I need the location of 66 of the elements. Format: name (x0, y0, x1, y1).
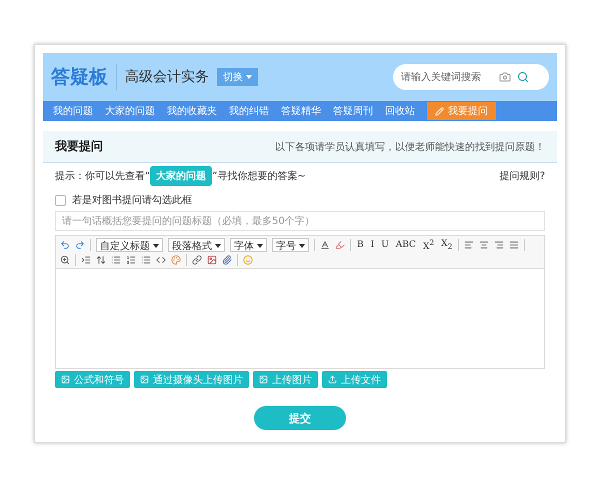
nav-link[interactable]: 答疑周刊 (333, 104, 373, 118)
ordered-list-icon[interactable] (126, 255, 136, 265)
format-button[interactable]: B (356, 240, 365, 250)
upload-button[interactable]: 公式和符号 (55, 371, 130, 388)
format-button[interactable]: X$^{2}$ (422, 238, 436, 252)
upload-icon (328, 375, 337, 384)
undo-icon[interactable] (60, 240, 70, 250)
site-logo[interactable]: 答疑板 (51, 64, 117, 90)
text-color-icon[interactable] (320, 240, 330, 250)
nav-link[interactable]: 答疑精华 (281, 104, 321, 118)
upload-button[interactable]: 上传文件 (322, 371, 387, 388)
nav-link[interactable]: 我的纠错 (229, 104, 269, 118)
format-button[interactable]: U (380, 240, 390, 250)
format-button[interactable]: X$_{2}$ (440, 239, 454, 251)
spacing-icon[interactable] (96, 255, 106, 265)
format-button[interactable]: I (370, 240, 376, 250)
caret-icon (246, 75, 252, 80)
ask-question-button[interactable]: 我要提问 (427, 102, 496, 120)
rich-text-editor[interactable]: 自定义标题 段落格式 字体 字号 B I U ABC X$^{2}$ X$_{2}$ (55, 235, 545, 369)
zoom-icon[interactable] (60, 255, 70, 265)
format-button[interactable]: ABC (394, 240, 417, 250)
format-dropdown[interactable]: 段落格式 (168, 238, 225, 252)
camera-icon[interactable] (499, 71, 511, 83)
align-right-icon[interactable] (494, 240, 504, 250)
image-icon (140, 375, 149, 384)
nav-link[interactable]: 大家的问题 (105, 104, 155, 118)
code-icon[interactable] (156, 255, 166, 265)
rules-link[interactable]: 提问规则? (500, 169, 545, 183)
caret-icon (215, 244, 221, 248)
align-justify-icon[interactable] (509, 240, 520, 250)
image-icon (61, 375, 70, 384)
nav-link[interactable]: 我的问题 (53, 104, 93, 118)
palette-icon[interactable] (171, 255, 181, 265)
image-icon (259, 375, 268, 384)
upload-button[interactable]: 通过摄像头上传图片 (134, 371, 249, 388)
hint-text: ”寻找你想要的答案~ (212, 170, 306, 183)
questions-link[interactable]: 大家的问题 (150, 166, 212, 186)
switch-button[interactable]: 切换 (217, 68, 258, 86)
redo-icon[interactable] (75, 240, 85, 250)
align-center-icon[interactable] (479, 240, 490, 250)
nav-link[interactable]: 回收站 (385, 104, 415, 118)
section-note: 以下各项请学员认真填写，以便老师能快速的找到提问原题！ (275, 140, 545, 154)
section-title: 我要提问 (55, 138, 103, 155)
caret-icon (299, 244, 305, 248)
nav-link[interactable]: 我的收藏夹 (167, 104, 217, 118)
submit-button[interactable]: 提交 (254, 406, 346, 430)
caret-icon (257, 244, 263, 248)
format-dropdown[interactable]: 自定义标题 (96, 238, 163, 252)
link-icon[interactable] (192, 255, 202, 265)
caret-icon (153, 244, 159, 248)
align-left-icon[interactable] (464, 240, 474, 250)
bullet-list-icon[interactable] (141, 255, 151, 265)
image-icon[interactable] (207, 255, 217, 265)
checkbox[interactable] (55, 194, 66, 206)
hint-text: 提示：你可以先查看“ (55, 170, 150, 183)
format-dropdown[interactable]: 字体 (230, 238, 267, 252)
title-input-field[interactable]: 请一句话概括您要提问的问题标题（必填，最多50个字） (55, 211, 545, 231)
upload-button[interactable]: 上传图片 (253, 371, 318, 388)
attachment-icon[interactable] (222, 255, 232, 265)
checkbox-label: 若是对图书提问请勾选此框 (72, 194, 192, 207)
search-icon[interactable] (517, 71, 529, 83)
course-title: 高级会计实务 (125, 68, 209, 86)
highlighter-icon[interactable] (335, 240, 345, 250)
indent-icon[interactable] (81, 255, 91, 265)
format-dropdown[interactable]: 字号 (272, 238, 309, 252)
pencil-icon (435, 106, 444, 116)
